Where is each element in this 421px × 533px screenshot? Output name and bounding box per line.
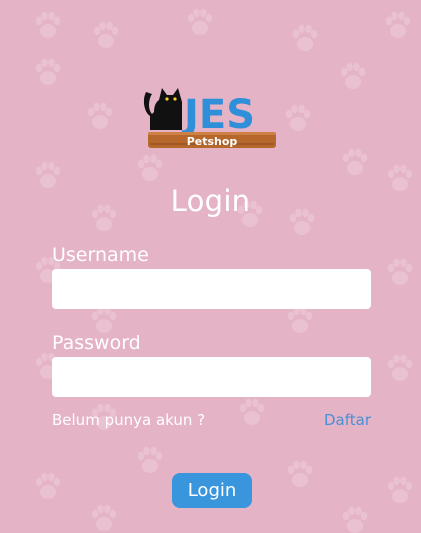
no-account-text: Belum punya akun ?	[52, 411, 206, 429]
jes-petshop-logo: JES Petshop	[143, 88, 276, 148]
login-page: JES Petshop Login Username Password Belu…	[0, 0, 421, 533]
username-label: Username	[52, 244, 149, 266]
logo-text: JES	[181, 92, 255, 138]
logo-subtitle: Petshop	[187, 135, 238, 148]
username-field[interactable]	[52, 269, 371, 309]
page-title: Login	[170, 184, 251, 218]
register-link[interactable]: Daftar	[324, 411, 371, 429]
password-field[interactable]	[52, 357, 371, 397]
login-button[interactable]: Login	[172, 473, 252, 508]
password-label: Password	[52, 332, 141, 354]
cat-icon	[143, 88, 182, 130]
